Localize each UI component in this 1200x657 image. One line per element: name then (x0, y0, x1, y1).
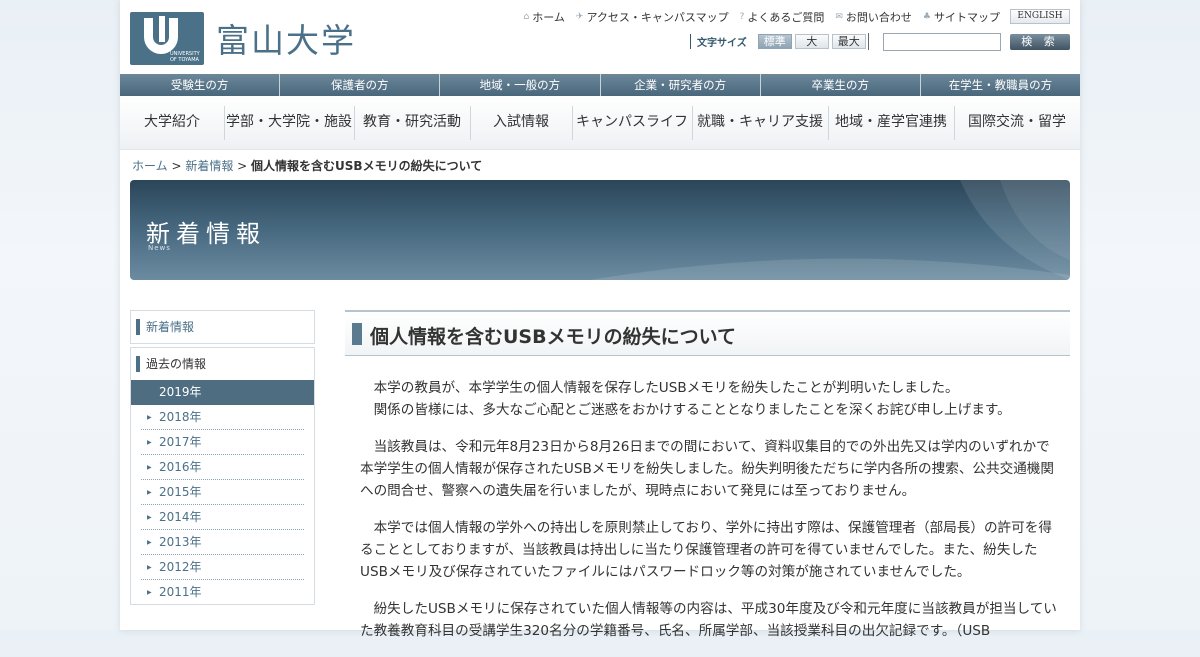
font-size-large-button[interactable]: 大 (794, 34, 829, 49)
article-paragraph: 関係の皆様には、多大なご心配とご迷惑をおかけすることとなりましたことを深くお詫び… (373, 402, 1011, 418)
page-banner: 新着情報 News (130, 180, 1070, 280)
nav-community-industry[interactable]: 地域・産学官連携 (828, 96, 954, 149)
sidebar-year-item[interactable]: 2014年 (141, 505, 304, 530)
sidebar-news-link[interactable]: 新着情報 (131, 311, 314, 343)
banner-decoration (590, 180, 1070, 280)
util-faq-link[interactable]: ? よくあるご質問 (740, 9, 825, 25)
sidebar-year-item[interactable]: 2013年 (141, 530, 304, 555)
article-title: 個人情報を含むUSBメモリの紛失について (370, 326, 737, 348)
sidebar-year-item[interactable]: 2015年 (141, 480, 304, 505)
sidebar-year-item[interactable]: 2018年 (141, 405, 304, 430)
article-paragraph: 紛失したUSBメモリに保存されていた個人情報等の内容は、平成30年度及び令和元年… (360, 601, 1057, 639)
sitemap-icon: ♣ (922, 12, 931, 22)
sidebar-year-active[interactable]: 2019年 (131, 380, 314, 405)
audience-students-staff[interactable]: 在学生・教職員の方 (920, 74, 1081, 96)
banner-subtitle: News (148, 244, 171, 252)
breadcrumb: ホーム > 新着情報 > 個人情報を含むUSBメモリの紛失について (132, 159, 483, 173)
breadcrumb-home[interactable]: ホーム (132, 159, 168, 173)
audience-nav: 受験生の方 保護者の方 地域・一般の方 企業・研究者の方 卒業生の方 在学生・教… (120, 74, 1081, 96)
nav-education-research[interactable]: 教育・研究活動 (354, 96, 470, 149)
nav-career[interactable]: 就職・キャリア支援 (692, 96, 828, 149)
article-heading-bar: 個人情報を含むUSBメモリの紛失について (345, 310, 1070, 356)
search-separator (868, 33, 869, 50)
nav-international[interactable]: 国際交流・留学 (954, 96, 1080, 149)
audience-companies[interactable]: 企業・研究者の方 (600, 74, 761, 96)
sidebar-past-box: 過去の情報 2019年 2018年 2017年 2016年 2015年 2014… (130, 347, 315, 605)
map-icon: ✈ (575, 12, 584, 22)
breadcrumb-current: 個人情報を含むUSBメモリの紛失について (251, 159, 483, 173)
font-size-switcher: 文字サイズ 標準 大 最大 (690, 34, 866, 49)
audience-alumni[interactable]: 卒業生の方 (760, 74, 921, 96)
article-paragraph: 本学では個人情報の学外への持出しを原則禁止しており、学外に持出す際は、保護管理者… (360, 520, 1052, 580)
util-contact-link[interactable]: ✉ お問い合わせ (835, 9, 912, 25)
sidebar-year-item[interactable]: 2016年 (141, 455, 304, 480)
font-size-standard-button[interactable]: 標準 (757, 34, 792, 49)
sidebar-news-box: 新着情報 (130, 310, 315, 344)
breadcrumb-news[interactable]: 新着情報 (185, 159, 233, 173)
nav-campus-life[interactable]: キャンパスライフ (572, 96, 692, 149)
util-sitemap-link[interactable]: ♣ サイトマップ (923, 9, 1000, 25)
utility-nav: ⌂ ホーム ✈ アクセス・キャンパスマップ ? よくあるご質問 ✉ お問い合わせ ♣ サイ… (524, 9, 1000, 25)
article-paragraph: 当該教員は、令和元年8月23日から8月26日までの間において、資料収集目的での外… (360, 439, 1054, 499)
university-logo[interactable]: UNIVERSITY OF TOYAMA 富山大学 (130, 11, 360, 65)
nav-faculties[interactable]: 学部・大学院・施設 (224, 96, 354, 149)
util-home-link[interactable]: ⌂ ホーム (524, 9, 565, 25)
main-nav: 大学紹介 学部・大学院・施設 教育・研究活動 入試情報 キャンパスライフ 就職・… (120, 96, 1080, 150)
english-button[interactable]: ENGLISH (1010, 9, 1070, 24)
home-icon: ⌂ (523, 12, 530, 22)
logo-text: 富山大学 (216, 21, 356, 60)
audience-community[interactable]: 地域・一般の方 (440, 74, 601, 96)
font-size-label: 文字サイズ (690, 34, 747, 49)
article-body: 本学の教員が、本学学生の個人情報を保存したUSBメモリを紛失したことが判明いたし… (360, 377, 1058, 657)
mail-icon: ✉ (835, 12, 843, 22)
audience-parents[interactable]: 保護者の方 (280, 74, 441, 96)
util-access-link[interactable]: ✈ アクセス・キャンパスマップ (576, 9, 729, 25)
logo-small-text: UNIVERSITY OF TOYAMA (170, 50, 200, 63)
audience-applicants[interactable]: 受験生の方 (120, 74, 281, 96)
logo-mark: UNIVERSITY OF TOYAMA (130, 11, 204, 65)
site-header: UNIVERSITY OF TOYAMA 富山大学 ⌂ ホーム ✈ アクセス・キャン… (120, 0, 1080, 74)
sidebar-past-heading: 過去の情報 (131, 348, 314, 380)
sidebar-year-item[interactable]: 2011年 (141, 580, 304, 605)
nav-about[interactable]: 大学紹介 (120, 96, 224, 149)
font-size-largest-button[interactable]: 最大 (831, 34, 866, 49)
article-paragraph: 本学の教員が、本学学生の個人情報を保存したUSBメモリを紛失したことが判明いたし… (373, 380, 959, 396)
sidebar-year-item[interactable]: 2017年 (141, 430, 304, 455)
page: UNIVERSITY OF TOYAMA 富山大学 ⌂ ホーム ✈ アクセス・キャン… (120, 0, 1081, 639)
sidebar-year-item[interactable]: 2012年 (141, 555, 304, 580)
search-input[interactable] (883, 33, 1001, 51)
nav-admissions[interactable]: 入試情報 (470, 96, 572, 149)
search-button[interactable]: 検 索 (1010, 34, 1070, 50)
question-icon: ? (739, 12, 745, 22)
